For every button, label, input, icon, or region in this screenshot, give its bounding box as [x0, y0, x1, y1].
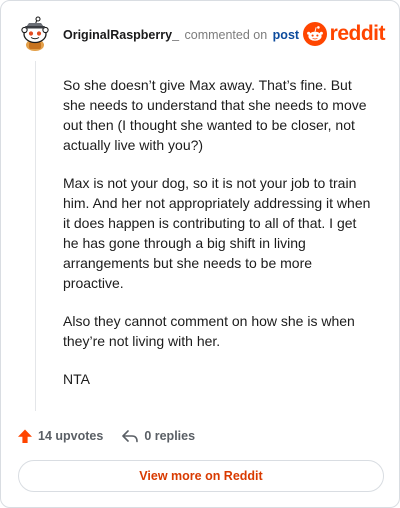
view-more-on-reddit-button[interactable]: View more on Reddit — [18, 460, 384, 492]
replies-count: 0 replies — [144, 429, 196, 443]
comment-paragraph: So she doesn’t give Max away. That’s fin… — [63, 77, 367, 153]
commented-on-text: commented on — [184, 28, 268, 42]
reply-arrow-icon — [122, 430, 139, 443]
thread-line — [35, 61, 36, 411]
replies-button[interactable]: 0 replies — [121, 428, 195, 444]
user-avatar[interactable] — [17, 15, 53, 51]
post-link[interactable]: post — [273, 28, 299, 42]
reddit-wordmark: reddit — [329, 22, 386, 45]
reddit-snoo-icon — [302, 22, 327, 46]
upvote-arrow-icon — [18, 429, 32, 443]
comment-paragraph: NTA — [63, 371, 90, 387]
username-link[interactable]: OriginalRaspberry_ — [63, 28, 179, 42]
reddit-logo[interactable]: reddit — [302, 21, 386, 47]
upvotes-button[interactable]: 14 upvotes — [17, 428, 103, 444]
embedded-comment-card: OriginalRaspberry_ commented on post red… — [0, 0, 400, 508]
comment-meta: OriginalRaspberry_ commented on post — [63, 27, 299, 43]
comment-paragraph: Also they cannot comment on how she is w… — [63, 313, 355, 349]
snoo-avatar-icon — [17, 15, 53, 51]
comment-body: So she doesn’t give Max away. That’s fin… — [63, 75, 373, 407]
comment-paragraph: Max is not your dog, so it is not your j… — [63, 175, 371, 291]
comment-header: OriginalRaspberry_ commented on post red… — [17, 15, 386, 55]
upvotes-count: 14 upvotes — [38, 429, 104, 443]
comment-actions: 14 upvotes 0 replies — [17, 425, 195, 447]
